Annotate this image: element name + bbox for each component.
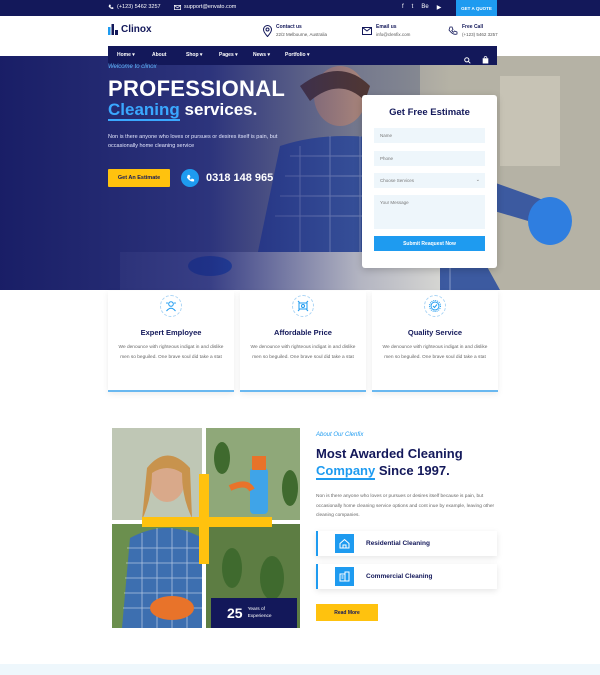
- service-residential-cleaning[interactable]: Residential Cleaning: [316, 531, 497, 556]
- feature-title: Expert Employee: [140, 328, 202, 337]
- chevron-down-icon: ⌄: [475, 177, 480, 183]
- employee-icon: [160, 295, 182, 317]
- experience-number: 25: [227, 605, 243, 621]
- nav-item-about[interactable]: About: [152, 52, 166, 58]
- logo-text: Clinox: [121, 24, 152, 35]
- topbar-email-text: support@envato.com: [184, 4, 237, 10]
- email-icon: [362, 25, 372, 37]
- feature-title: Affordable Price: [274, 328, 332, 337]
- contact-detail: 22/2 Melbourne, Australia: [276, 32, 328, 37]
- feature-card-affordable-price: Affordable Price We denounce with righte…: [240, 291, 366, 392]
- feature-desc: We denounce with righteous indigat in an…: [250, 345, 356, 360]
- youtube-icon[interactable]: ▶: [437, 4, 442, 11]
- feature-card-expert-employee: Expert Employee We denounce with righteo…: [108, 291, 234, 392]
- chevron-down-icon: ▾: [267, 52, 270, 58]
- residential-icon: [335, 534, 354, 553]
- phone-field[interactable]: Phone: [374, 151, 485, 166]
- contact-location: Contact us 22/2 Melbourne, Australia: [262, 24, 327, 37]
- feature-desc: We denounce with righteous indigat in an…: [118, 345, 224, 360]
- contact-detail: (+123) 5462 3257: [462, 32, 498, 37]
- about-title-accent: Company: [316, 463, 376, 480]
- top-bar: (+123) 5462 3257 support@envato.com f t …: [0, 0, 600, 16]
- submit-request-button[interactable]: Submit Reaquest Now: [374, 236, 485, 251]
- cart-icon[interactable]: [482, 51, 489, 69]
- topbar-phone-text: (+123) 5462 3257: [117, 4, 161, 10]
- about-description: Non is there anyone who loves or pursues…: [316, 494, 495, 518]
- hero-welcome: Welcome to clinox: [108, 64, 157, 70]
- phone-icon: [108, 4, 114, 9]
- get-estimate-button[interactable]: Get An Estimate: [108, 169, 170, 187]
- about-title-line1: Most Awarded Cleaning: [316, 446, 463, 461]
- main-nav: Home ▾ About Shop ▾ Pages ▾ News ▾ Portf…: [108, 46, 497, 65]
- price-icon: [292, 295, 314, 317]
- read-more-button[interactable]: Read More: [316, 604, 378, 621]
- experience-badge: 25 Years of Experience: [211, 598, 297, 628]
- service-select[interactable]: Choose Services ⌄: [374, 173, 485, 188]
- hero-title-rest: services.: [184, 100, 258, 119]
- service-label: Residential Cleaning: [366, 540, 430, 547]
- logo[interactable]: Clinox: [108, 24, 152, 35]
- topbar-email[interactable]: support@envato.com: [174, 4, 236, 10]
- hero-overlay: [0, 56, 600, 290]
- chevron-down-icon: ▾: [132, 52, 135, 58]
- nav-item-home[interactable]: Home ▾: [117, 52, 135, 58]
- experience-label: Years of Experience: [247, 607, 272, 619]
- search-icon[interactable]: [464, 51, 471, 69]
- topbar-phone[interactable]: (+123) 5462 3257: [108, 4, 161, 10]
- form-title: Get Free Estimate: [389, 107, 470, 118]
- nav-item-pages[interactable]: Pages ▾: [219, 52, 238, 58]
- feature-desc: We denounce with righteous indigat in an…: [382, 345, 488, 360]
- nav-item-shop[interactable]: Shop ▾: [186, 52, 202, 58]
- contact-title: Email us: [376, 24, 397, 30]
- hero-subtitle: Cleaning services.: [108, 100, 258, 121]
- about-title: Most Awarded Cleaning Company Since 1997…: [316, 445, 463, 480]
- hero-phone-number[interactable]: 0318 148 965: [206, 172, 273, 184]
- next-section-strip: [0, 664, 600, 675]
- hero-title: PROFESSIONAL: [108, 76, 286, 101]
- phone-call-icon[interactable]: [181, 169, 199, 187]
- contact-title: Free Call: [462, 24, 484, 30]
- twitter-icon[interactable]: t: [412, 4, 414, 11]
- chevron-down-icon: ▾: [306, 52, 310, 58]
- get-a-quote-button[interactable]: GET A QUOTE: [456, 0, 497, 16]
- header: Clinox Contact us 22/2 Melbourne, Austra…: [0, 16, 600, 46]
- estimate-form: Get Free Estimate Name Phone Choose Serv…: [362, 95, 497, 268]
- service-select-value: Choose Services: [380, 178, 415, 183]
- feature-title: Quality Service: [407, 328, 463, 337]
- location-pin-icon: [262, 24, 272, 37]
- contact-detail: info@clenfix.com: [376, 32, 411, 37]
- facebook-icon[interactable]: f: [402, 4, 404, 11]
- feature-card-quality-service: Quality Service We denounce with righteo…: [372, 291, 498, 392]
- phone-icon: [448, 25, 458, 37]
- contact-phone: Free Call (+123) 5462 3257: [448, 24, 498, 37]
- nav-item-portfolio[interactable]: Portfolio ▾: [285, 52, 309, 58]
- service-commercial-cleaning[interactable]: Commercial Cleaning: [316, 564, 497, 589]
- chevron-down-icon: ▾: [235, 52, 238, 58]
- contact-email: Email us info@clenfix.com: [362, 24, 410, 37]
- nav-item-news[interactable]: News ▾: [253, 52, 270, 58]
- quality-icon: [424, 295, 446, 317]
- name-field[interactable]: Name: [374, 128, 485, 143]
- email-icon: [174, 4, 181, 10]
- message-field[interactable]: Your Message: [374, 195, 485, 229]
- about-title-rest: Since 1997.: [378, 463, 450, 478]
- contact-title: Contact us: [276, 24, 302, 30]
- hero-description: Non is there anyone who loves or pursues…: [108, 134, 278, 149]
- logo-icon: [108, 24, 118, 35]
- hero-title-accent: Cleaning: [108, 100, 180, 121]
- commercial-icon: [335, 567, 354, 586]
- social-links: f t Be ▶: [402, 4, 441, 11]
- hero-section: [0, 56, 600, 290]
- chevron-down-icon: ▾: [199, 52, 203, 58]
- about-subtitle: About Our Clenfix: [316, 432, 364, 438]
- service-label: Commercial Cleaning: [366, 573, 433, 580]
- behance-icon[interactable]: Be: [421, 4, 428, 11]
